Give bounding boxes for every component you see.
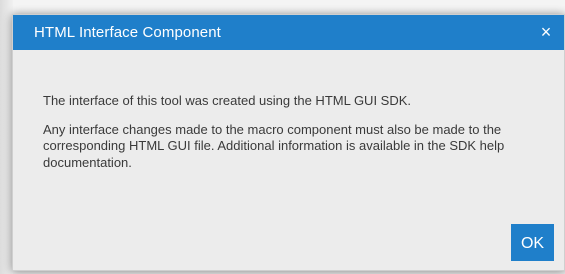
dialog-titlebar: HTML Interface Component × — [13, 15, 564, 50]
html-interface-dialog: HTML Interface Component × The interface… — [12, 14, 565, 271]
message-paragraph-2: Any interface changes made to the macro … — [43, 121, 505, 170]
ok-button[interactable]: OK — [511, 224, 554, 261]
close-icon[interactable]: × — [535, 21, 557, 43]
message-paragraph-1: The interface of this tool was created u… — [43, 93, 412, 108]
dialog-title: HTML Interface Component — [34, 24, 221, 41]
dialog-message: The interface of this tool was created u… — [43, 93, 543, 183]
